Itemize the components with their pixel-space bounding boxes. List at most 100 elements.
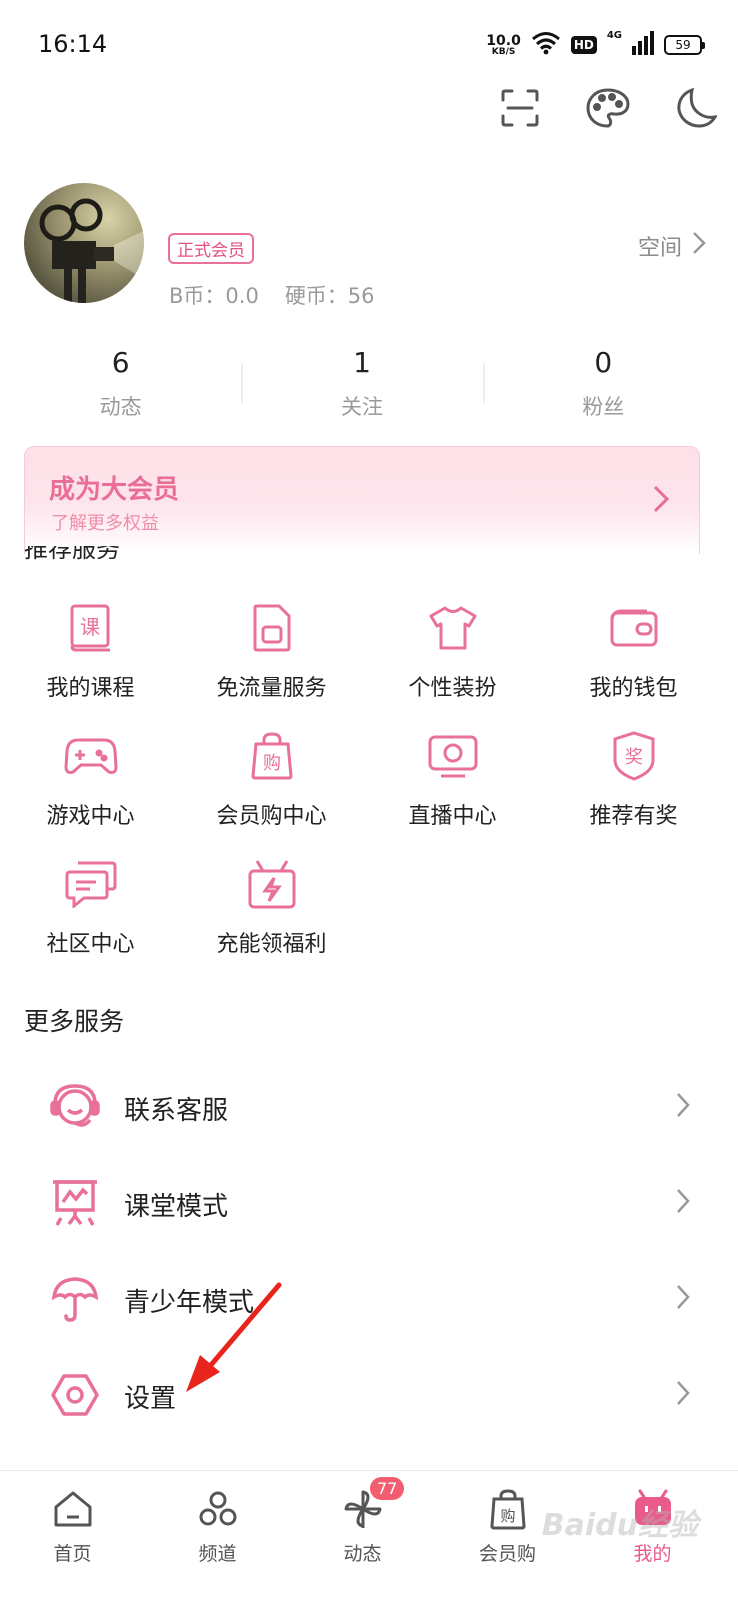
notification-badge: 77 — [370, 1477, 405, 1500]
service-label: 我的钱包 — [589, 676, 678, 701]
night-mode-icon[interactable] — [672, 84, 720, 132]
nav-home[interactable]: 首页 — [0, 1471, 145, 1600]
space-link[interactable]: 空间 — [638, 230, 706, 262]
service-community[interactable]: 社区中心 — [0, 856, 181, 966]
more-services-title: 更多服务 — [24, 1007, 125, 1036]
space-label: 空间 — [637, 236, 682, 261]
list-label: 设置 — [124, 1384, 177, 1414]
battery-icon: 59 — [664, 35, 705, 55]
service-dressup[interactable]: 个性装扮 — [362, 600, 543, 710]
network-type: 4G — [606, 30, 622, 41]
service-charge-benefits[interactable]: 充能领福利 — [181, 856, 362, 966]
stat-label: 粉丝 — [582, 395, 625, 419]
service-label: 直播中心 — [408, 804, 497, 829]
stat-following[interactable]: 1 关注 — [241, 345, 482, 421]
service-label: 个性装扮 — [408, 676, 497, 701]
gift-bolt-icon — [244, 856, 300, 912]
recommended-section-title: 推荐服务 — [24, 546, 120, 562]
vip-banner-title: 成为大会员 — [49, 475, 180, 505]
nav-label: 首页 — [53, 1543, 92, 1565]
chevron-right-icon — [676, 1092, 690, 1122]
service-label: 我的课程 — [46, 676, 135, 701]
stat-number: 0 — [594, 346, 613, 379]
list-teen-mode[interactable]: 青少年模式 — [0, 1250, 724, 1346]
list-label: 青少年模式 — [124, 1288, 255, 1318]
net-speed-value: 10.0 — [486, 32, 521, 49]
classroom-board-icon — [48, 1176, 102, 1230]
gamepad-icon — [63, 728, 119, 784]
svg-text:奖: 奖 — [625, 747, 643, 768]
service-my-courses[interactable]: 课 我的课程 — [0, 600, 181, 710]
channels-icon — [196, 1487, 240, 1531]
stat-label: 关注 — [340, 395, 383, 419]
vip-banner[interactable]: 成为大会员 了解更多权益 — [24, 446, 700, 554]
net-speed-unit: KB/S — [491, 46, 516, 57]
top-toolbar — [496, 84, 720, 132]
avatar[interactable] — [24, 183, 144, 303]
chevron-right-icon — [676, 1380, 690, 1410]
vip-banner-subtitle: 了解更多权益 — [51, 513, 159, 534]
vip-status-tag[interactable]: 正式会员 — [168, 233, 254, 264]
watermark: Baidu经验 — [541, 1508, 698, 1543]
service-wallet[interactable]: 我的钱包 — [543, 600, 724, 710]
bcoin-balance: B币：0.0 — [169, 284, 259, 308]
svg-text:购: 购 — [263, 753, 281, 774]
coin-balance: 硬币：56 — [284, 284, 375, 308]
service-label: 社区中心 — [46, 932, 135, 957]
nav-channels[interactable]: 频道 — [145, 1471, 290, 1600]
svg-text:购: 购 — [500, 1507, 515, 1525]
profile-stats: 6 动态 1 关注 0 粉丝 — [0, 345, 724, 421]
palette-icon[interactable] — [584, 84, 632, 132]
chevron-right-icon — [692, 231, 706, 261]
course-icon: 课 — [63, 600, 119, 656]
service-label: 游戏中心 — [46, 804, 135, 829]
service-vip-shop[interactable]: 购 会员购中心 — [181, 728, 362, 838]
home-icon — [51, 1487, 95, 1531]
service-label: 免流量服务 — [216, 676, 327, 701]
nav-dynamics[interactable]: 77 动态 — [290, 1471, 435, 1600]
chevron-right-icon — [653, 485, 670, 517]
svg-text:课: 课 — [80, 615, 100, 639]
settings-hex-icon — [48, 1368, 102, 1422]
scan-icon[interactable] — [496, 84, 544, 132]
wifi-icon — [531, 31, 561, 59]
coin-balances: B币：0.0 硬币：56 — [169, 280, 375, 310]
service-label: 充能领福利 — [216, 932, 327, 957]
chevron-right-icon — [676, 1284, 690, 1314]
tv-icon — [425, 728, 481, 784]
stat-dynamics[interactable]: 6 动态 — [0, 345, 241, 421]
status-icons: 10.0 KB/S HD 4G 59 — [486, 30, 705, 60]
stat-number: 1 — [353, 346, 371, 379]
hd-badge: HD — [570, 36, 597, 54]
list-classroom-mode[interactable]: 课堂模式 — [0, 1154, 724, 1250]
headset-icon — [48, 1080, 102, 1134]
signal-icon — [632, 31, 654, 59]
service-data-free[interactable]: 免流量服务 — [181, 600, 362, 710]
status-time: 16:14 — [38, 30, 108, 58]
status-bar: 16:14 10.0 KB/S HD 4G 59 — [0, 0, 738, 90]
wallet-icon — [606, 600, 662, 656]
list-label: 联系客服 — [124, 1096, 229, 1126]
service-live-center[interactable]: 直播中心 — [362, 728, 543, 838]
shopping-bag-icon: 购 — [486, 1487, 530, 1531]
stat-number: 6 — [111, 346, 130, 379]
sim-card-icon — [244, 600, 300, 656]
list-settings[interactable]: 设置 — [0, 1346, 724, 1442]
reward-badge-icon: 奖 — [606, 728, 662, 784]
net-speed: 10.0 KB/S — [486, 34, 521, 57]
chevron-right-icon — [676, 1188, 690, 1218]
nav-label: 频道 — [198, 1543, 237, 1565]
service-label: 推荐有奖 — [589, 804, 678, 829]
chat-icon — [63, 856, 119, 912]
stat-fans[interactable]: 0 粉丝 — [482, 345, 724, 421]
list-label: 课堂模式 — [124, 1192, 229, 1222]
tshirt-icon — [425, 600, 481, 656]
service-label: 会员购中心 — [216, 804, 327, 829]
service-referral-reward[interactable]: 奖 推荐有奖 — [543, 728, 724, 838]
nav-label: 动态 — [343, 1543, 382, 1565]
umbrella-icon — [48, 1272, 102, 1326]
shopping-bag-icon: 购 — [244, 728, 300, 784]
stat-label: 动态 — [99, 395, 142, 419]
service-game-center[interactable]: 游戏中心 — [0, 728, 181, 838]
list-contact-support[interactable]: 联系客服 — [0, 1058, 724, 1154]
